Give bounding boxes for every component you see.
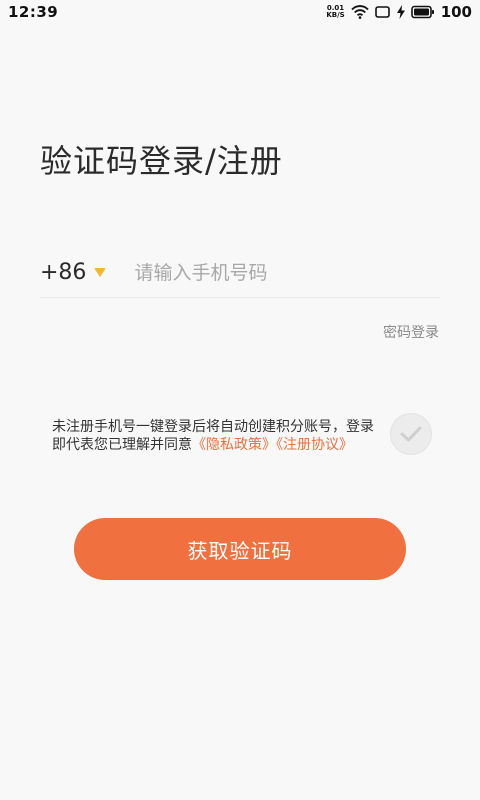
country-code-selector[interactable]: +86 [40,260,107,285]
battery-level: 100 [440,3,472,21]
terms-link[interactable]: 《注册协议》 [276,437,353,453]
agreement-text: 未注册手机号一键登录后将自动创建积分账号，登录即代表您已理解并同意《隐私政策》《… [52,418,382,454]
country-code-label: +86 [40,260,87,285]
status-time: 12:39 [8,3,59,21]
net-speed-unit: KB/S [326,11,345,19]
agree-checkbox[interactable] [390,413,432,455]
chevron-down-icon [94,268,107,277]
screen-icon [374,5,391,19]
phone-input-row: +86 [40,248,440,298]
wifi-icon [351,5,369,19]
password-login-link[interactable]: 密码登录 [383,322,439,342]
get-code-button[interactable]: 获取验证码 [74,518,406,580]
battery-icon [410,5,435,19]
check-icon [400,426,422,442]
privacy-policy-link[interactable]: 《隐私政策》 [192,437,276,453]
status-bar: 12:39 0.01 KB/S 100 [0,0,480,24]
phone-input[interactable] [134,261,440,284]
status-icons: 0.01 KB/S 100 [326,3,472,21]
charging-icon [396,5,405,19]
page-title: 验证码登录/注册 [40,142,283,180]
net-speed: 0.01 KB/S [326,5,344,19]
